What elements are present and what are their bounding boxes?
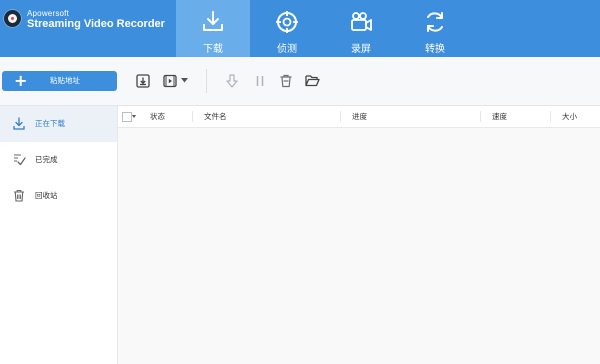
sidebar-label-downloading: 正在下载 (35, 119, 65, 128)
pause-icon[interactable] (254, 75, 266, 87)
column-header-size[interactable]: 大小 (562, 106, 577, 127)
column-header-progress[interactable]: 进度 (352, 106, 367, 127)
folder-open-icon[interactable] (305, 74, 320, 87)
paste-url-button[interactable]: + 粘贴地址 (2, 71, 117, 91)
check-list-icon (14, 154, 26, 166)
sidebar-label-completed: 已完成 (35, 155, 58, 164)
app-header: Apowersoft Streaming Video Recorder 下载 侦… (0, 0, 600, 57)
select-all-checkbox[interactable] (122, 112, 132, 122)
sidebar-item-downloading[interactable]: 正在下载 (0, 106, 117, 142)
download-box-icon[interactable] (136, 74, 150, 88)
tab-convert[interactable]: 转换 (398, 0, 472, 57)
trash-icon[interactable] (279, 74, 293, 88)
arrow-down-icon[interactable] (226, 74, 238, 88)
sidebar-label-recycle-bin: 回收站 (35, 191, 58, 200)
column-divider (340, 111, 341, 122)
sidebar-item-completed[interactable]: 已完成 (0, 142, 117, 178)
sidebar: 正在下载 已完成 回收站 (0, 106, 118, 364)
column-header-status[interactable]: 状态 (150, 106, 165, 127)
tab-download-label: 下载 (203, 44, 223, 55)
crosshair-icon (276, 11, 298, 33)
download-list: 状态 文件名 进度 速度 大小 (118, 106, 600, 364)
video-play-box-icon[interactable] (163, 74, 177, 88)
tab-record-label: 录屏 (351, 44, 371, 55)
paste-url-label: 粘贴地址 (50, 76, 80, 85)
brand-product: Streaming Video Recorder (27, 18, 165, 30)
dropdown-arrow-icon[interactable] (181, 78, 188, 83)
toolbar: + 粘贴地址 (0, 57, 600, 106)
column-divider (480, 111, 481, 122)
tab-download[interactable]: 下载 (176, 0, 250, 57)
column-header-speed[interactable]: 速度 (492, 106, 507, 127)
tab-convert-label: 转换 (425, 44, 445, 55)
tab-detect[interactable]: 侦测 (250, 0, 324, 57)
app-logo-icon (3, 9, 22, 28)
brand-company: Apowersoft (27, 9, 70, 18)
table-header: 状态 文件名 进度 速度 大小 (118, 106, 600, 128)
download-icon (13, 117, 25, 130)
select-menu-caret-icon[interactable] (132, 115, 136, 118)
sidebar-item-recycle-bin[interactable]: 回收站 (0, 178, 117, 214)
video-camera-icon (351, 12, 372, 31)
column-header-filename[interactable]: 文件名 (204, 106, 227, 127)
toolbar-divider (206, 69, 207, 93)
column-divider (550, 111, 551, 122)
main-tabs: 下载 侦测 录屏 转换 (176, 0, 472, 57)
tab-detect-label: 侦测 (277, 44, 297, 55)
trash-icon (14, 189, 24, 202)
download-tray-icon (203, 11, 223, 31)
convert-cycle-icon (427, 12, 443, 32)
tab-record[interactable]: 录屏 (324, 0, 398, 57)
column-divider (192, 111, 193, 122)
plus-icon: + (14, 71, 28, 90)
